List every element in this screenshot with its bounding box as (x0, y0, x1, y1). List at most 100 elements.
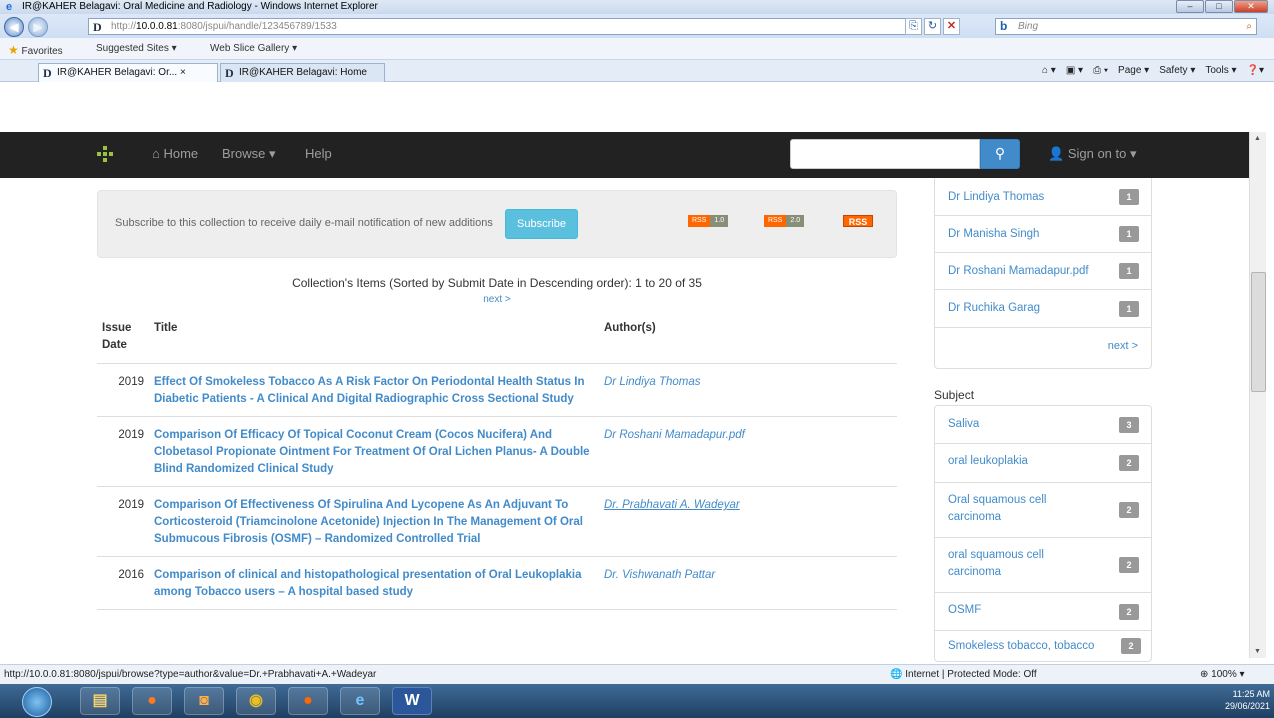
print-command-icon[interactable]: ⎙ ▾ (1093, 65, 1108, 76)
bing-logo-icon: b (1000, 19, 1008, 33)
search-go-icon[interactable]: ⌕ (1246, 19, 1252, 34)
facet-label: Oral squamous cell carcinoma (948, 494, 1047, 523)
subject-facet-item[interactable]: Saliva 3 (935, 406, 1151, 444)
nav-help-link[interactable]: Help (305, 146, 332, 161)
subject-facet-item[interactable]: oral squamous cell carcinoma 2 (935, 538, 1151, 593)
sign-on-dropdown[interactable]: 👤 Sign on to ▾ (1048, 146, 1137, 162)
address-input[interactable]: D http://10.0.0.81:8080/jspui/handle/123… (88, 18, 918, 35)
page-favicon-icon: D (225, 66, 234, 80)
refresh-icon[interactable]: ↻ (924, 18, 941, 35)
security-zone[interactable]: 🌐 Internet | Protected Mode: Off (890, 669, 1037, 680)
page-menu[interactable]: Page ▾ (1118, 65, 1149, 76)
forward-button[interactable]: ▶ (28, 17, 48, 37)
item-author-link[interactable]: Dr. Vishwanath Pattar (599, 556, 897, 610)
maximize-button[interactable]: □ (1205, 0, 1233, 13)
item-title-link[interactable]: Comparison Of Efficacy Of Topical Coconu… (149, 416, 599, 487)
url-prefix: http:// (111, 21, 137, 32)
item-author-link[interactable]: Dr Roshani Mamadapur.pdf (599, 416, 897, 487)
rss-1-0-feed-link[interactable]: RSS 1.0 (688, 215, 729, 227)
compatibility-view-icon[interactable]: ⎘ (905, 18, 922, 35)
site-search-button[interactable]: ⚲ (980, 139, 1020, 169)
page-scrollbar[interactable]: ▲ ▼ (1249, 132, 1266, 658)
start-button[interactable] (22, 687, 52, 717)
item-title-link[interactable]: Comparison Of Effectiveness Of Spirulina… (149, 486, 599, 557)
app-icon[interactable]: ● (288, 687, 328, 715)
clock-time: 11:25 AM (1232, 689, 1270, 699)
tab-current[interactable]: D IR@KAHER Belagavi: Or... × (38, 63, 218, 82)
issue-date: 2019 (97, 363, 149, 417)
subject-facet-heading: Subject (934, 388, 975, 402)
home-command-icon[interactable]: ⌂ ▾ (1042, 65, 1056, 76)
subscribe-panel: Subscribe to this collection to receive … (97, 190, 897, 258)
minimize-button[interactable]: – (1176, 0, 1204, 13)
stop-icon[interactable]: ✕ (943, 18, 960, 35)
nav-home-label: Home (163, 146, 199, 161)
facet-label: OSMF (948, 604, 982, 616)
table-row: 2016 Comparison of clinical and histopat… (97, 556, 897, 610)
web-slice-gallery-link[interactable]: Web Slice Gallery ▾ (210, 43, 297, 54)
column-header-title[interactable]: Title (149, 312, 599, 364)
facet-label: Dr Roshani Mamadapur.pdf (948, 265, 1089, 277)
issue-date: 2016 (97, 556, 149, 610)
author-facet-next-link[interactable]: next > (935, 328, 1151, 368)
back-button[interactable]: ◀ (4, 17, 24, 37)
system-tray[interactable]: 11:25 AM 29/06/2021 (1194, 688, 1270, 714)
search-provider-input[interactable]: b Bing ⌕ (995, 18, 1257, 35)
rss-feed-link[interactable]: RSS (843, 215, 873, 227)
firefox-icon[interactable]: ● (132, 687, 172, 715)
internet-explorer-icon: e (6, 1, 13, 13)
issue-date: 2019 (97, 486, 149, 557)
subject-facet-item[interactable]: Smokeless tobacco, tobacco 2 (935, 631, 1151, 661)
column-header-authors[interactable]: Author(s) (599, 312, 897, 364)
favorites-button[interactable]: ★ Favorites (8, 43, 63, 57)
facet-count-badge: 1 (1119, 188, 1139, 205)
author-facet-item[interactable]: Dr Manisha Singh 1 (935, 216, 1151, 253)
author-facet-item[interactable]: Dr Roshani Mamadapur.pdf 1 (935, 253, 1151, 290)
item-author-link[interactable]: Dr. Prabhavati A. Wadeyar (599, 486, 897, 557)
help-command-icon[interactable]: ❓▾ (1247, 65, 1264, 76)
column-header-issue-date[interactable]: Issue Date (97, 312, 149, 364)
facet-count-badge: 2 (1119, 557, 1139, 573)
subscribe-button[interactable]: Subscribe (505, 209, 578, 239)
favorites-bar: ★ Favorites Suggested Sites ▾ Web Slice … (0, 38, 1274, 60)
feeds-command-icon[interactable]: ▣ ▾ (1066, 65, 1083, 76)
subject-facet-item[interactable]: OSMF 2 (935, 593, 1151, 631)
item-title-link[interactable]: Comparison of clinical and histopatholog… (149, 556, 599, 610)
suggested-sites-link[interactable]: Suggested Sites ▾ (96, 43, 177, 54)
chrome-icon[interactable]: ◉ (236, 687, 276, 715)
subject-facet-item[interactable]: Oral squamous cell carcinoma 2 (935, 483, 1151, 538)
search-icon: ⚲ (994, 145, 1006, 161)
scrollbar-thumb[interactable] (1251, 272, 1266, 392)
site-search-input[interactable] (790, 139, 980, 169)
nav-home-link[interactable]: ⌂ Home (152, 146, 198, 161)
safety-menu[interactable]: Safety ▾ (1159, 65, 1195, 76)
author-facet-item[interactable]: Dr Lindiya Thomas 1 (935, 178, 1151, 216)
close-window-button[interactable]: ✕ (1234, 0, 1268, 13)
facet-count-badge: 1 (1119, 226, 1139, 242)
zoom-level[interactable]: ⊕ 100% ▾ (1200, 669, 1245, 680)
facet-count-badge: 3 (1119, 416, 1139, 433)
item-author-link[interactable]: Dr Lindiya Thomas (599, 363, 897, 417)
scroll-down-icon[interactable]: ▼ (1254, 648, 1261, 655)
rss-2-0-feed-link[interactable]: RSS 2.0 (764, 215, 805, 227)
author-facet-item[interactable]: Dr Ruchika Garag 1 (935, 290, 1151, 328)
subject-facet-item[interactable]: oral leukoplakia 2 (935, 444, 1151, 483)
scroll-up-icon[interactable]: ▲ (1254, 135, 1261, 142)
author-facet-list: Dr Lindiya Thomas 1 Dr Manisha Singh 1 D… (934, 178, 1152, 369)
file-explorer-icon[interactable]: ▤ (80, 687, 120, 715)
internet-explorer-taskbar-icon[interactable]: e (340, 687, 380, 715)
sign-on-label: Sign on to ▾ (1067, 146, 1137, 161)
rss-badge-label: RSS (764, 215, 787, 227)
table-row: 2019 Comparison Of Effectiveness Of Spir… (97, 486, 897, 557)
mediaplayer-icon[interactable]: ◙ (184, 687, 224, 715)
site-navbar: ⌂ Home Browse ▾ Help ⚲ 👤 Sign on to ▾ (0, 132, 1249, 178)
next-page-link[interactable]: next > (97, 294, 897, 305)
item-title-link[interactable]: Effect Of Smokeless Tobacco As A Risk Fa… (149, 363, 599, 417)
globe-icon: 🌐 (890, 669, 903, 680)
tab-home[interactable]: D IR@KAHER Belagavi: Home (220, 63, 385, 82)
table-row: 2019 Effect Of Smokeless Tobacco As A Ri… (97, 363, 897, 417)
tools-menu[interactable]: Tools ▾ (1205, 65, 1236, 76)
nav-browse-dropdown[interactable]: Browse ▾ (222, 146, 276, 162)
dspace-logo-icon[interactable] (96, 146, 114, 164)
word-icon[interactable]: W (392, 687, 432, 715)
